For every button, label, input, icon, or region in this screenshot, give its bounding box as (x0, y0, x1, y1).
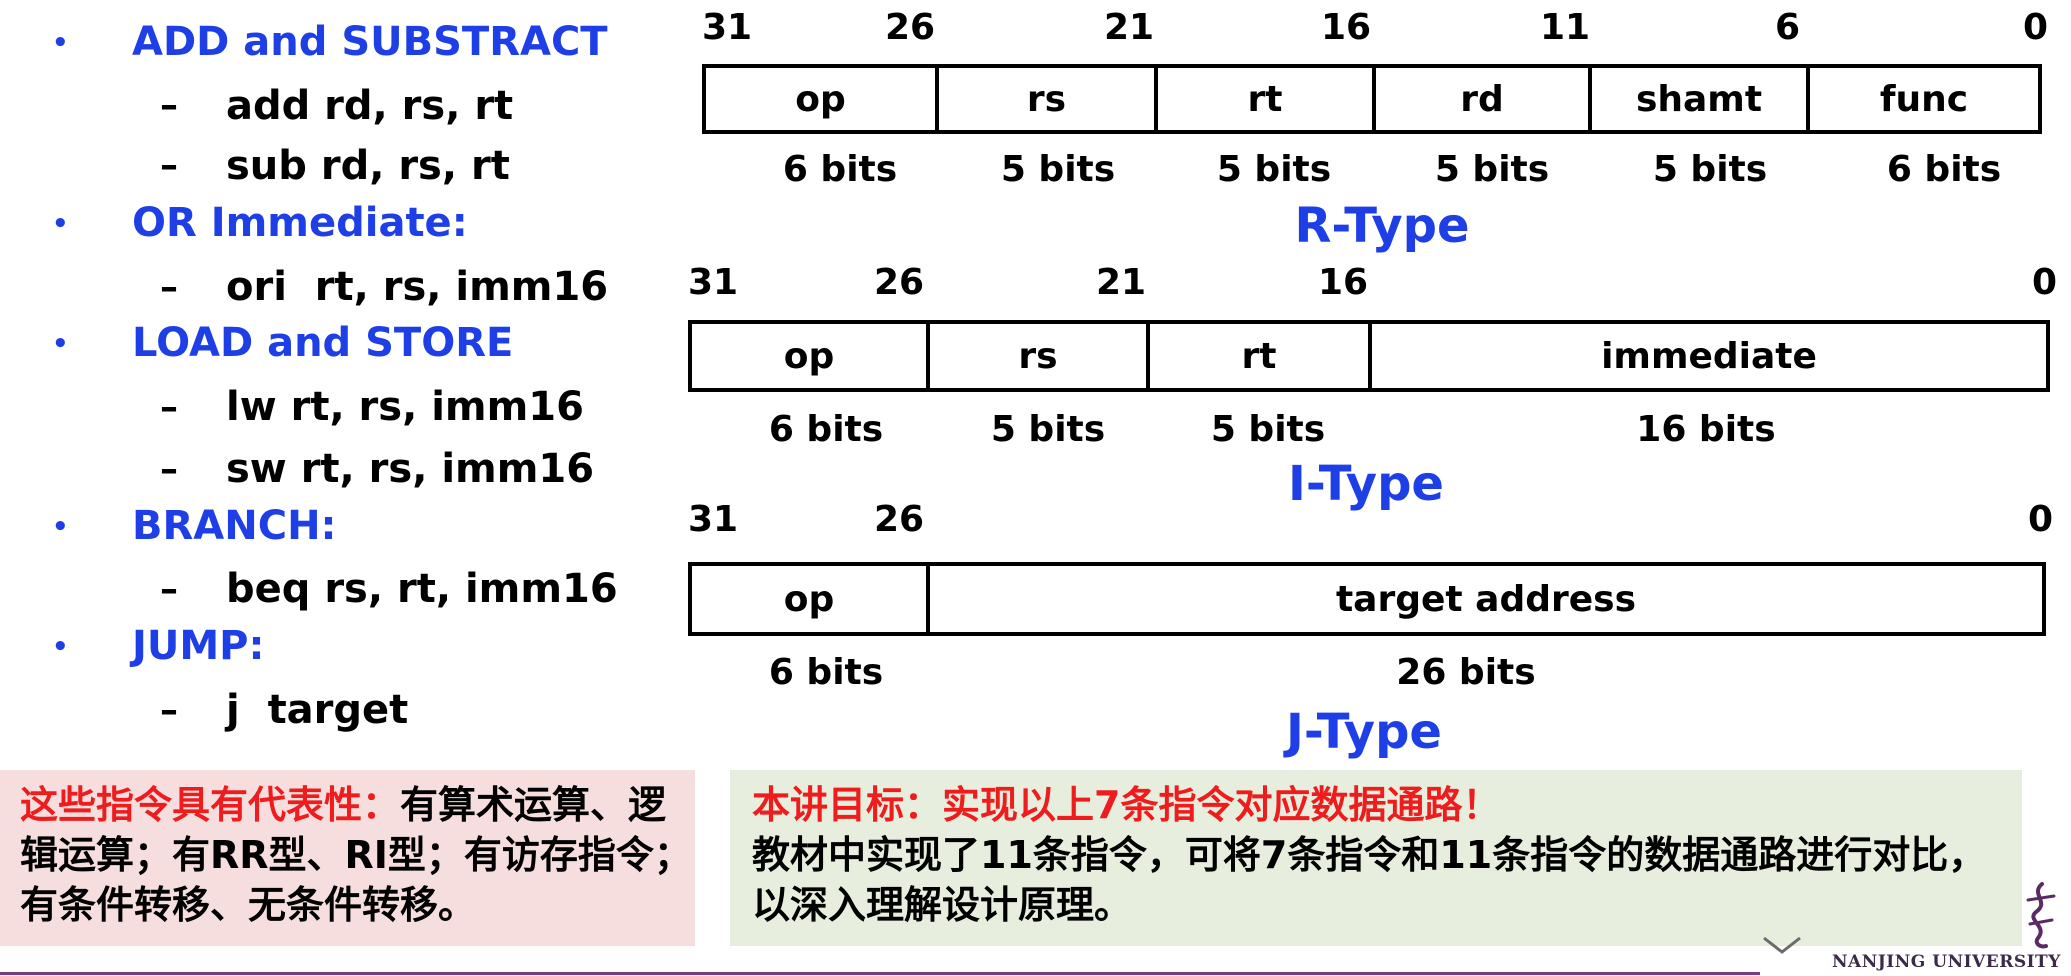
heading-branch: BRANCH: (132, 503, 337, 549)
field-width: 5 bits (990, 409, 1106, 450)
bit-label: 21 (1104, 7, 1155, 48)
field-op: op (706, 68, 939, 130)
bullet-load-store: • (52, 329, 69, 359)
bit-label: 31 (688, 262, 739, 303)
note-right-highlight: 本讲目标：实现以上7条指令对应数据通路！ (752, 783, 1501, 827)
logo-emblem-icon (1763, 936, 1801, 954)
field-width: 5 bits (1652, 149, 1768, 190)
field-rt: rt (1158, 68, 1376, 130)
field-rd: rd (1376, 68, 1592, 130)
field-rs: rs (939, 68, 1158, 130)
field-width: 6 bits (782, 149, 898, 190)
i-type-label: I-Type (1288, 456, 1444, 512)
dash: – (160, 85, 178, 126)
instr-sw: sw rt, rs, imm16 (226, 446, 595, 492)
bit-label: 26 (874, 499, 925, 540)
bit-label: 16 (1318, 262, 1369, 303)
dash: – (160, 690, 178, 731)
bit-label: 0 (2023, 7, 2049, 48)
field-op: op (692, 324, 930, 388)
j-type-fields-box: op target address (688, 562, 2046, 636)
field-width: 5 bits (1434, 149, 1550, 190)
field-width: 6 bits (768, 652, 884, 693)
bit-label: 0 (2032, 262, 2058, 303)
instr-ori: ori rt, rs, imm16 (226, 264, 609, 310)
bit-label: 6 (1775, 7, 1801, 48)
bit-label: 31 (688, 499, 739, 540)
bit-label: 16 (1321, 7, 1372, 48)
field-width: 5 bits (1210, 409, 1326, 450)
bit-label: 31 (702, 7, 753, 48)
note-left-highlight: 这些指令具有代表性： (20, 783, 401, 827)
field-width: 5 bits (1216, 149, 1332, 190)
bullet-add-sub: • (52, 28, 69, 58)
bit-label: 26 (874, 262, 925, 303)
heading-add-sub: ADD and SUBSTRACT (132, 19, 608, 65)
bit-label: 26 (885, 7, 936, 48)
instr-add: add rd, rs, rt (226, 83, 514, 129)
field-op: op (692, 566, 930, 632)
r-type-fields-box: op rs rt rd shamt func (702, 64, 2042, 134)
university-logo-icon (2026, 882, 2056, 949)
field-width: 6 bits (1886, 149, 2002, 190)
field-target-address: target address (1335, 578, 1637, 620)
bit-label: 11 (1540, 7, 1591, 48)
instr-lw: lw rt, rs, imm16 (226, 384, 584, 430)
dash: – (160, 267, 178, 308)
field-width: 5 bits (1000, 149, 1116, 190)
bit-label: 0 (2028, 499, 2054, 540)
bullet-ori: • (52, 209, 69, 239)
field-width: 26 bits (1396, 652, 1536, 693)
instr-j: j target (226, 687, 409, 733)
heading-jump: JUMP: (132, 623, 265, 669)
note-goal: 本讲目标：实现以上7条指令对应数据通路！ 教材中实现了11条指令，可将7条指令和… (730, 770, 2022, 946)
i-type-fields-box: op rs rt immediate (688, 320, 2050, 392)
heading-ori: OR Immediate: (132, 200, 468, 246)
note-representative: 这些指令具有代表性：有算术运算、逻辑运算；有RR型、RI型；有访存指令；有条件转… (0, 770, 695, 946)
field-func: func (1879, 78, 1969, 120)
dash: – (160, 387, 178, 428)
field-width: 6 bits (768, 409, 884, 450)
dash: – (160, 145, 178, 186)
university-name: NANJING UNIVERSITY (1832, 952, 2061, 972)
dash: – (160, 569, 178, 610)
footer-divider (0, 972, 1760, 975)
j-type-label: J-Type (1286, 704, 1442, 760)
field-immediate: immediate (1601, 335, 1817, 377)
field-rs: rs (930, 324, 1150, 388)
instr-sub: sub rd, rs, rt (226, 143, 510, 189)
heading-load-store: LOAD and STORE (132, 320, 514, 366)
field-shamt: shamt (1592, 68, 1810, 130)
bit-label: 21 (1096, 262, 1147, 303)
instr-beq: beq rs, rt, imm16 (226, 566, 618, 612)
field-width: 16 bits (1636, 409, 1776, 450)
dash: – (160, 449, 178, 490)
bullet-branch: • (52, 512, 69, 542)
field-rt: rt (1150, 324, 1372, 388)
note-right-text: 教材中实现了11条指令，可将7条指令和11条指令的数据通路进行对比，以深入理解设… (752, 833, 1987, 927)
r-type-label: R-Type (1294, 198, 1470, 254)
bullet-jump: • (52, 632, 69, 662)
